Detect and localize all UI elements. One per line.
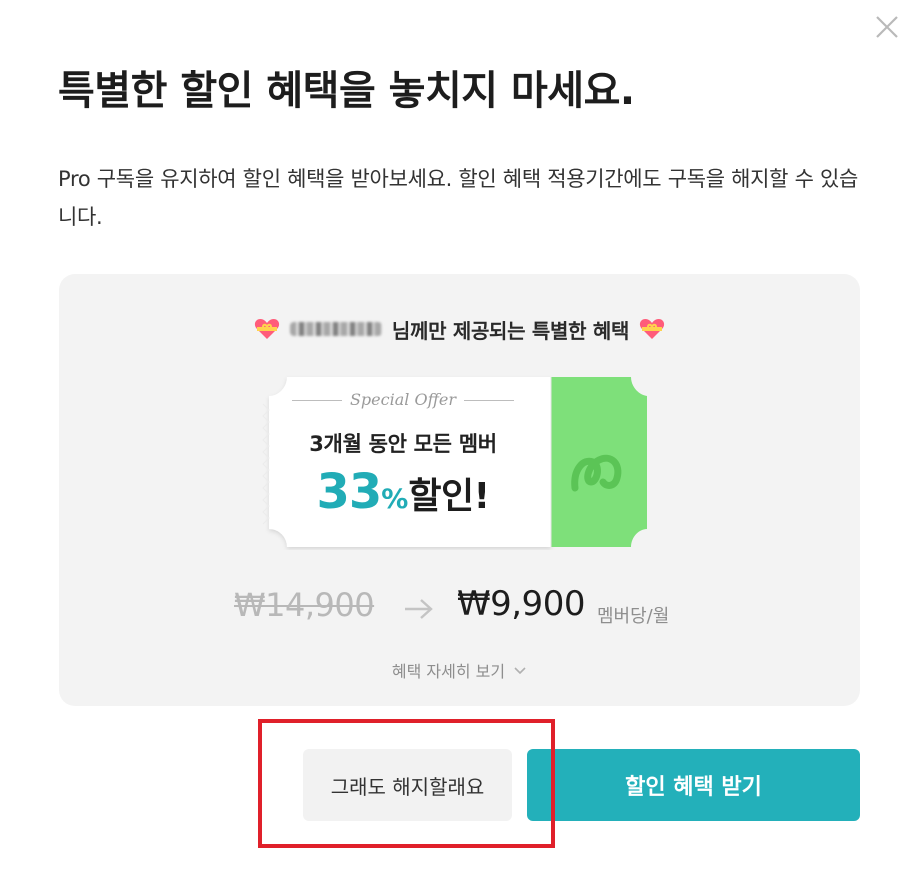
benefit-details-link[interactable]: 혜택 자세히 보기 [59,658,860,682]
personal-offer-text: 님께만 제공되는 특별한 혜택 [391,318,630,343]
chevron-down-icon [513,661,527,680]
discount-word: 할인! [408,476,490,517]
cancel-subscription-button[interactable]: 그래도 해지할래요 [303,749,512,821]
dialog-description: Pro 구독을 유지하여 할인 혜택을 받아보세요. 할인 혜택 적용기간에도 … [58,167,859,229]
accept-discount-button[interactable]: 할인 혜택 받기 [527,749,860,821]
coupon-ticket: Special Offer 3개월 동안 모든 멤버 33%할인! [257,374,649,550]
brand-logo-icon [569,448,629,508]
benefit-details-label: 혜택 자세히 보기 [391,662,506,681]
divider [291,400,342,401]
ticket-headline: 3개월 동안 모든 멤버 [309,432,497,456]
close-icon [872,12,902,42]
discount-headline: 33%할인! [257,464,549,520]
dialog-title: 특별한 할인 혜택을 놓치지 마세요. [58,68,635,114]
discount-number: 33 [316,464,382,520]
heart-gift-icon [639,317,665,341]
special-offer-label: Special Offer [257,390,549,409]
personal-offer-line: 님께만 제공되는 특별한 혜택 [59,314,860,344]
divider [464,400,515,401]
heart-gift-icon [254,317,280,341]
discounted-price: ₩9,900 [457,584,585,624]
close-button[interactable] [872,12,902,42]
offer-card: 님께만 제공되는 특별한 혜택 Special Offer 3개월 동안 모든 [59,274,860,706]
discount-percent-sign: % [381,484,409,515]
price-unit: 멤버당/월 [597,606,670,627]
original-price: ₩14,900 [234,586,375,624]
blurred-username [289,322,382,336]
arrow-right-icon [403,598,435,624]
price-row: ₩14,900 ₩9,900 멤버당/월 [59,580,860,630]
